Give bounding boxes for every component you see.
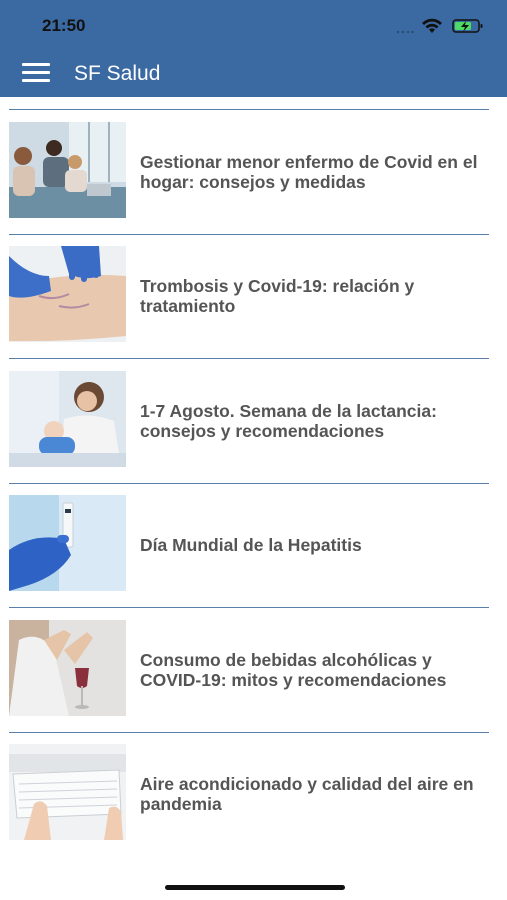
hand-on-air-conditioner-photo	[9, 744, 126, 840]
mother-breastfeeding-photo	[9, 371, 126, 467]
woman-refusing-wine-photo	[9, 620, 126, 716]
hamburger-menu-icon[interactable]	[22, 63, 50, 83]
article-item-4[interactable]: Día Mundial de la Hepatitis	[0, 484, 507, 608]
battery-charging-icon	[452, 19, 483, 33]
article-item-6[interactable]: Aire acondicionado y calidad del aire en…	[0, 733, 507, 857]
status-time: 21:50	[42, 16, 86, 35]
article-item-1[interactable]: Gestionar menor enfermo de Covid en el h…	[0, 110, 507, 234]
family-with-sick-child-photo	[9, 122, 126, 218]
article-title: Aire acondicionado y calidad del aire en…	[140, 774, 474, 814]
gloved-hand-test-tube-photo	[9, 495, 126, 591]
wifi-icon	[422, 18, 442, 33]
article-title: Consumo de bebidas alcohólicas y COVID-1…	[140, 650, 447, 690]
app-title: SF Salud	[74, 62, 161, 85]
app-header: 21:50 SF Salud	[0, 0, 507, 97]
article-title: Trombosis y Covid-19: relación y tratami…	[140, 276, 415, 316]
article-item-5[interactable]: Consumo de bebidas alcohólicas y COVID-1…	[0, 608, 507, 732]
article-item-2[interactable]: Trombosis y Covid-19: relación y tratami…	[0, 235, 507, 359]
article-title: 1-7 Agosto. Semana de la lactancia: cons…	[140, 401, 437, 441]
gloved-hands-on-leg-photo	[9, 246, 126, 342]
article-title: Día Mundial de la Hepatitis	[140, 535, 362, 555]
cellular-signal-icon	[396, 30, 414, 34]
home-indicator[interactable]	[165, 885, 345, 890]
article-title: Gestionar menor enfermo de Covid en el h…	[140, 152, 478, 192]
status-bar: 21:50	[0, 0, 507, 50]
article-item-3[interactable]: 1-7 Agosto. Semana de la lactancia: cons…	[0, 359, 507, 483]
